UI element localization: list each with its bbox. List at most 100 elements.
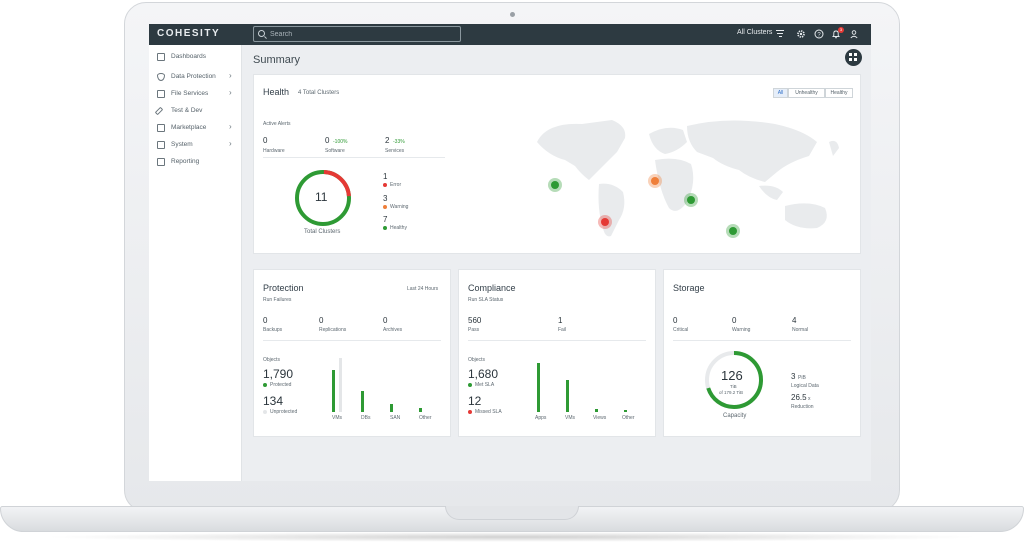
chevron-right-icon: › xyxy=(229,122,232,131)
archives-label: Archives xyxy=(383,327,403,333)
layout-icon xyxy=(849,53,852,56)
chevron-right-icon: › xyxy=(229,139,232,148)
filter-icon[interactable] xyxy=(776,30,784,37)
compliance-x-apps: Apps xyxy=(535,415,547,421)
compliance-x-views: Views xyxy=(593,415,607,421)
reduction-unit: x xyxy=(808,396,811,402)
chevron-right-icon: › xyxy=(229,88,232,97)
sidebar-item-file-services[interactable]: File Services › xyxy=(149,87,242,101)
capacity-unit: TiB xyxy=(730,384,737,389)
logical-data-label: Logical Data xyxy=(791,383,819,389)
compliance-x-vms: VMs xyxy=(565,415,575,421)
filter-all-button[interactable]: All xyxy=(773,88,788,98)
protection-x-other: Other xyxy=(419,415,432,421)
protection-bar-vms xyxy=(332,370,335,412)
normal-value: 4 xyxy=(792,316,797,325)
warning-count: 3 xyxy=(383,194,388,203)
normal-label: Normal xyxy=(792,327,809,333)
sidebar-item-dashboards[interactable]: Dashboards xyxy=(149,50,242,64)
storage-title: Storage xyxy=(673,283,705,293)
unprotected-label: Unprotected xyxy=(270,409,298,415)
health-subtitle: 4 Total Clusters xyxy=(298,90,340,96)
search-input[interactable] xyxy=(270,28,456,40)
map-markers xyxy=(548,174,740,238)
sidebar-item-label: Test & Dev xyxy=(171,107,203,114)
unprotected-dot xyxy=(263,410,267,414)
filter-unhealthy-button[interactable]: Unhealthy xyxy=(788,88,825,98)
divider xyxy=(263,157,445,158)
cluster-selector[interactable]: All Clusters xyxy=(737,29,772,36)
alert-count-badge: 3 xyxy=(838,27,844,33)
met-sla-dot xyxy=(468,383,472,387)
protection-period: Last 24 Hours xyxy=(407,286,439,292)
missed-sla-label: Missed SLA xyxy=(475,409,502,415)
grid-icon xyxy=(157,53,165,61)
healthy-count: 7 xyxy=(383,215,388,224)
page-title: Summary xyxy=(253,54,301,66)
user-icon[interactable] xyxy=(849,29,859,39)
sla-pass-label: Pass xyxy=(468,327,480,333)
compliance-x-other: Other xyxy=(622,415,635,421)
sidebar-item-data-protection[interactable]: Data Protection › xyxy=(149,70,242,84)
shield-icon xyxy=(157,73,165,81)
brand-logo[interactable]: COHESITY xyxy=(157,28,220,39)
sidebar-item-reporting[interactable]: Reporting xyxy=(149,155,242,169)
chevron-right-icon: › xyxy=(229,71,232,80)
total-clusters-label: Total Clusters xyxy=(304,229,341,235)
help-icon[interactable]: ? xyxy=(814,29,824,39)
compliance-bar-vms xyxy=(566,380,569,412)
sidebar-item-label: Data Protection xyxy=(171,73,216,80)
top-bar: COHESITY All Clusters ? 3 xyxy=(149,24,871,45)
replications-value: 0 xyxy=(319,316,324,325)
alert-services-label: Services xyxy=(385,148,405,154)
app-screen: COHESITY All Clusters ? 3 Dashboards xyxy=(149,24,871,481)
alert-software-change: -100% xyxy=(333,139,348,145)
sidebar-item-label: Marketplace xyxy=(171,124,207,131)
capacity-of: of 179.2 TiB xyxy=(719,390,744,395)
protection-bar-dbs xyxy=(361,391,364,412)
sidebar-item-marketplace[interactable]: Marketplace › xyxy=(149,121,242,135)
total-clusters-value: 11 xyxy=(315,190,328,204)
objects-label: Objects xyxy=(263,357,280,363)
protection-bar-vms-total xyxy=(339,358,342,412)
sidebar-item-label: Reporting xyxy=(171,158,200,165)
protection-x-vms: VMs xyxy=(332,415,342,421)
missed-sla-value: 12 xyxy=(468,394,482,408)
folder-icon xyxy=(157,90,165,98)
sidebar-item-label: File Services xyxy=(171,90,209,97)
compliance-bar-views xyxy=(595,409,598,412)
active-alerts-label: Active Alerts xyxy=(263,121,291,127)
filter-healthy-button[interactable]: Healthy xyxy=(825,88,853,98)
replications-label: Replications xyxy=(319,327,347,333)
alert-services-value: 2 xyxy=(385,136,390,145)
run-sla-label: Run SLA Status xyxy=(468,297,504,303)
search-box[interactable] xyxy=(253,26,461,42)
error-count: 1 xyxy=(383,172,388,181)
critical-label: Critical xyxy=(673,327,689,333)
warning-value: 0 xyxy=(732,316,737,325)
sla-pass-value: 560 xyxy=(468,316,482,325)
critical-value: 0 xyxy=(673,316,678,325)
sidebar-item-system[interactable]: System › xyxy=(149,138,242,152)
missed-sla-dot xyxy=(468,410,472,414)
sla-fail-label: Fail xyxy=(558,327,567,333)
warning-dot xyxy=(383,205,387,209)
alert-software-value: 0 xyxy=(325,136,330,145)
logical-data-unit: PiB xyxy=(798,375,806,381)
backups-value: 0 xyxy=(263,316,268,325)
run-failures-label: Run Failures xyxy=(263,297,292,303)
store-icon xyxy=(157,124,165,132)
warning-label: Warning xyxy=(390,204,409,210)
met-sla-label: Met SLA xyxy=(475,382,495,388)
compliance-bar-other xyxy=(624,410,627,412)
reduction-value: 26.5 xyxy=(791,393,807,402)
dashboard-layout-button[interactable] xyxy=(845,49,862,66)
capacity-value: 126 xyxy=(721,368,743,383)
health-title: Health xyxy=(263,87,290,97)
compliance-title: Compliance xyxy=(468,283,516,293)
healthy-label: Healthy xyxy=(390,225,407,231)
gear-icon[interactable] xyxy=(796,29,806,39)
sidebar-item-test-dev[interactable]: Test & Dev xyxy=(149,104,242,118)
laptop-notch xyxy=(445,506,579,520)
protected-label: Protected xyxy=(270,382,292,388)
